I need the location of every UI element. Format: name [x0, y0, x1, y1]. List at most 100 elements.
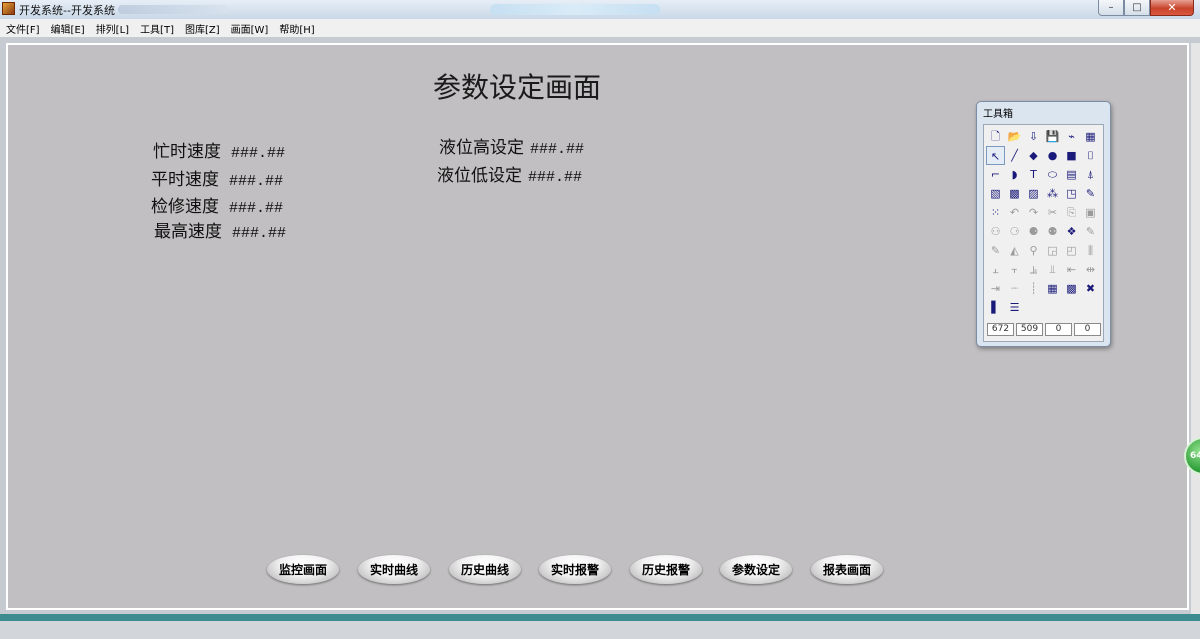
cut-icon[interactable]: ✂: [1043, 203, 1062, 222]
polygon-icon[interactable]: ◆: [1024, 146, 1043, 165]
align-bottom-icon[interactable]: ⫡: [1024, 260, 1043, 279]
edit-icon[interactable]: ✎: [1081, 184, 1100, 203]
menu-edit[interactable]: 编辑[E]: [45, 21, 90, 36]
copy-icon[interactable]: ⎘: [1062, 203, 1081, 222]
rotate-icon[interactable]: ✎: [986, 241, 1005, 260]
coord-x: 672: [987, 323, 1014, 336]
window-controls: – □ ✕: [1098, 0, 1194, 17]
coord-h: 0: [1074, 323, 1101, 336]
paste-icon[interactable]: ▣: [1081, 203, 1100, 222]
mirror-icon[interactable]: ⚲: [1024, 241, 1043, 260]
palette-icon[interactable]: ▩: [1062, 279, 1081, 298]
control-icon[interactable]: ⁂: [1043, 184, 1062, 203]
align-top-icon[interactable]: ⫠: [986, 260, 1005, 279]
maximize-button[interactable]: □: [1124, 0, 1150, 16]
picture-icon[interactable]: ▦: [1081, 127, 1100, 146]
app-icon: [2, 2, 15, 15]
text-icon[interactable]: T: [1024, 165, 1043, 184]
align-left-icon[interactable]: ⫼: [1081, 241, 1100, 260]
ellipse-icon[interactable]: ●: [1043, 146, 1062, 165]
nav-history-alarm-button[interactable]: 历史报警: [630, 555, 702, 584]
nav-realtime-alarm-button[interactable]: 实时报警: [539, 555, 611, 584]
flip-icon[interactable]: ◭: [1005, 241, 1024, 260]
menu-screen[interactable]: 画面[W]: [225, 21, 274, 36]
color-mix-icon[interactable]: ✖: [1081, 279, 1100, 298]
front-icon[interactable]: ◲: [1043, 241, 1062, 260]
param-value[interactable]: ###.##: [231, 145, 285, 162]
screen-title: 参数设定画面: [433, 71, 602, 104]
line-style-icon[interactable]: ☰: [1005, 298, 1024, 317]
toolbox-body: 🗋 📂 ⇩ 💾 ⌁ ▦ ↖ ╱ ◆ ● ■ ⌷ ⌐ ◗ T ⬭ ▤ ⍋ ▧ ▩ ▨ ⁂ ◳ ✎ ⁙ ↶ ↷ ✂ ⎘ ▣ ⚇ ⚆ ⚈ ⚉ ❖ ✎ ✎ ◭ ⚲ ◲…: [983, 124, 1104, 342]
gauge-icon[interactable]: ◳: [1062, 184, 1081, 203]
group-icon[interactable]: ⚇: [986, 222, 1005, 241]
report-icon[interactable]: ▨: [1024, 184, 1043, 203]
nav-history-curve-button[interactable]: 历史曲线: [449, 555, 521, 584]
distribute-h-icon[interactable]: ⇤: [1062, 260, 1081, 279]
new-icon[interactable]: 🗋: [986, 127, 1005, 146]
param-label: 最高速度: [154, 222, 222, 242]
status-area: [0, 621, 1200, 639]
param-value[interactable]: ###.##: [232, 225, 286, 242]
distribute-v-icon[interactable]: ⇹: [1081, 260, 1100, 279]
split-icon[interactable]: ⚉: [1043, 222, 1062, 241]
ungroup-icon[interactable]: ⚆: [1005, 222, 1024, 241]
fill-color-icon[interactable]: ▌: [986, 298, 1005, 317]
menu-icon[interactable]: ⁙: [986, 203, 1005, 222]
import-icon[interactable]: ⇩: [1024, 127, 1043, 146]
title-blur: [118, 5, 228, 14]
trend-icon[interactable]: ▧: [986, 184, 1005, 203]
line-icon[interactable]: ╱: [1005, 146, 1024, 165]
nav-param-settings-button[interactable]: 参数设定: [720, 555, 792, 584]
menu-tools[interactable]: 工具[T]: [134, 21, 179, 36]
polyline-icon[interactable]: ⌐: [986, 165, 1005, 184]
reshape-icon[interactable]: ✎: [1081, 222, 1100, 241]
vertical-scrollbar[interactable]: [1191, 43, 1200, 614]
rectangle-icon[interactable]: ■: [1062, 146, 1081, 165]
param-label: 忙时速度: [153, 142, 221, 162]
nav-report-button[interactable]: 报表画面: [811, 555, 883, 584]
combine-icon[interactable]: ⚈: [1024, 222, 1043, 241]
merge-icon[interactable]: ❖: [1062, 222, 1081, 241]
param-level-high: 液位高设定 ###.##: [439, 133, 584, 158]
align-middle-icon[interactable]: ⫟: [1005, 260, 1024, 279]
param-label: 检修速度: [151, 197, 219, 217]
pipe-icon[interactable]: ⌷: [1081, 146, 1100, 165]
button-icon[interactable]: ▤: [1062, 165, 1081, 184]
toolbox-panel[interactable]: 工具箱 🗋 📂 ⇩ 💾 ⌁ ▦ ↖ ╱ ◆ ● ■ ⌷ ⌐ ◗ T ⬭ ▤ ⍋ ▧ ▩ ▨ ⁂ ◳ ✎ ⁙ ↶ ↷ ✂ ⎘ ▣ ⚇ ⚆ ⚈ ⚉ ❖ ✎…: [976, 101, 1111, 347]
param-busy-speed: 忙时速度 ###.##: [153, 137, 285, 162]
menu-arrange[interactable]: 排列[L]: [90, 21, 134, 36]
horizontal-scrollbar[interactable]: [0, 614, 1200, 621]
chart-icon[interactable]: ⌁: [1062, 127, 1081, 146]
alarm-window-icon[interactable]: ▩: [1005, 184, 1024, 203]
param-normal-speed: 平时速度 ###.##: [151, 165, 283, 190]
toolbox-title: 工具箱: [983, 109, 1013, 120]
align-right-icon[interactable]: ⇥: [986, 279, 1005, 298]
menu-file[interactable]: 文件[F]: [0, 21, 45, 36]
menu-gallery[interactable]: 图库[Z]: [179, 21, 225, 36]
menu-help[interactable]: 帮助[H]: [273, 21, 319, 36]
save-icon[interactable]: 💾: [1043, 127, 1062, 146]
close-button[interactable]: ✕: [1150, 0, 1194, 16]
undo-icon[interactable]: ↶: [1005, 203, 1024, 222]
coord-w: 0: [1045, 323, 1072, 336]
param-value[interactable]: ###.##: [530, 141, 584, 158]
grid-icon[interactable]: ▦: [1043, 279, 1062, 298]
dotted-line-icon[interactable]: ┈: [1005, 279, 1024, 298]
nav-monitor-button[interactable]: 监控画面: [267, 555, 339, 584]
redo-icon[interactable]: ↷: [1024, 203, 1043, 222]
window-title: 开发系统--开发系统: [19, 4, 115, 17]
back-icon[interactable]: ◰: [1062, 241, 1081, 260]
align-base-icon[interactable]: ⫫: [1043, 260, 1062, 279]
rounded-rect-icon[interactable]: ⬭: [1043, 165, 1062, 184]
nav-realtime-curve-button[interactable]: 实时曲线: [358, 555, 430, 584]
param-value[interactable]: ###.##: [229, 173, 283, 190]
vertical-dots-icon[interactable]: ┊: [1024, 279, 1043, 298]
param-value[interactable]: ###.##: [229, 200, 283, 217]
param-label: 平时速度: [151, 170, 219, 190]
minimize-button[interactable]: –: [1098, 0, 1124, 16]
open-icon[interactable]: 📂: [1005, 127, 1024, 146]
symbol-icon[interactable]: ⍋: [1081, 165, 1100, 184]
param-value[interactable]: ###.##: [528, 169, 582, 186]
arc-icon[interactable]: ◗: [1005, 165, 1024, 184]
pointer-icon[interactable]: ↖: [986, 146, 1005, 165]
